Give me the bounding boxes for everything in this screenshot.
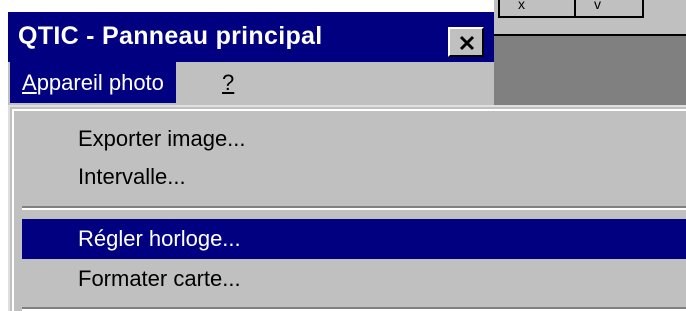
background-toolbar-button-label: v	[594, 0, 601, 12]
menu-mnemonic: A	[22, 70, 37, 95]
menu-item-intervalle[interactable]: Intervalle...	[22, 157, 686, 197]
menu-item-label: Formater carte...	[78, 266, 241, 291]
menu-separator	[22, 206, 686, 210]
close-button[interactable]	[448, 27, 484, 57]
menu-item-regler-horloge[interactable]: Régler horloge...	[22, 219, 686, 259]
background-toolbar-button[interactable]: v	[574, 0, 644, 18]
dropdown-menu: Exporter image... Intervalle... Régler h…	[8, 105, 686, 311]
menu-item-label: Exporter image...	[78, 126, 246, 151]
menu-bar: Appareil photo ?	[8, 62, 494, 105]
close-icon	[459, 35, 475, 51]
dropdown-menu-body: Exporter image... Intervalle... Régler h…	[12, 109, 686, 311]
background-toolbar-button[interactable]: x	[498, 0, 576, 18]
menu-help[interactable]: ?	[210, 62, 246, 103]
menu-label-rest: ppareil photo	[36, 70, 164, 95]
background-toolbar: x v	[494, 0, 686, 36]
menu-separator	[22, 307, 686, 311]
menu-item-formater-carte[interactable]: Formater carte...	[22, 259, 686, 299]
menu-item-label: Régler horloge...	[78, 226, 241, 251]
background-toolbar-button-label: x	[518, 0, 525, 12]
menu-item-label: Intervalle...	[78, 164, 186, 189]
window-title: QTIC - Panneau principal	[18, 22, 323, 50]
menu-help-label: ?	[222, 70, 235, 95]
menu-item-exporter-image[interactable]: Exporter image...	[22, 119, 686, 159]
menu-appareil-photo[interactable]: Appareil photo	[10, 62, 176, 103]
